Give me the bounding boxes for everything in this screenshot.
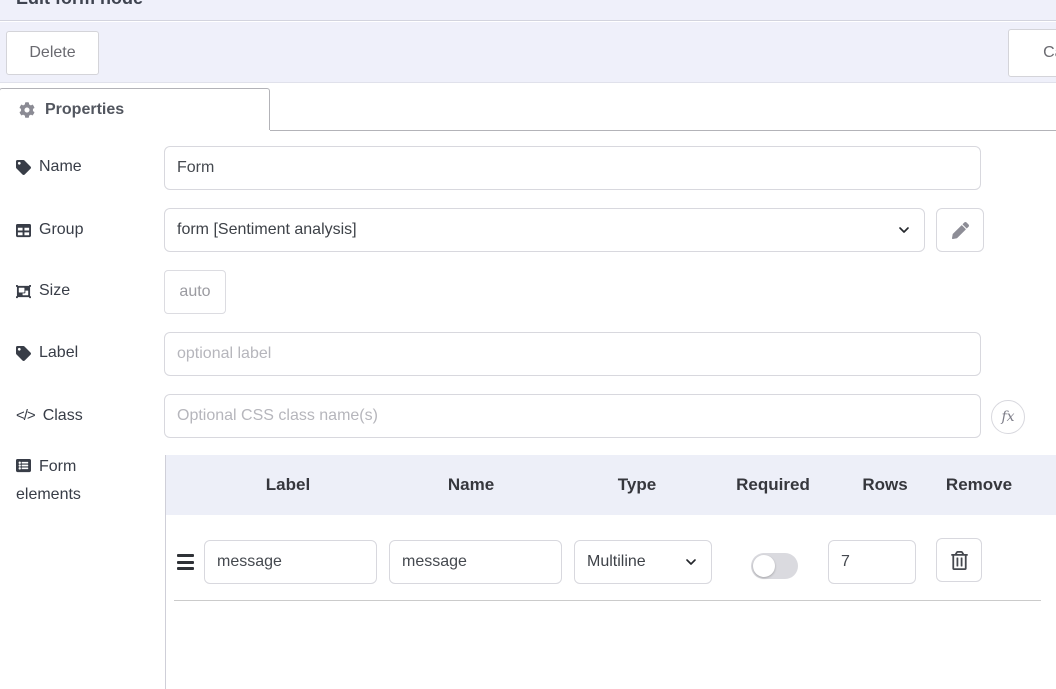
label-field-label-text: Label (39, 343, 78, 363)
dialog-header: Edit form node (0, 0, 1056, 21)
tag-icon (16, 346, 31, 361)
name-field-label-text: Name (39, 157, 82, 177)
group-edit-button[interactable] (936, 208, 984, 252)
group-field-label: Group (16, 220, 83, 240)
object-group-icon (16, 284, 31, 299)
column-header-remove: Remove (946, 475, 1012, 495)
size-button[interactable]: auto (164, 270, 226, 314)
name-field-label: Name (16, 157, 82, 177)
group-field-label-text: Group (39, 220, 83, 240)
element-remove-button[interactable] (936, 538, 982, 582)
label-input[interactable] (164, 332, 981, 376)
code-icon: </> (16, 406, 35, 426)
gear-icon (19, 102, 35, 118)
pencil-icon (952, 222, 969, 239)
name-input[interactable] (164, 146, 981, 190)
drag-handle-icon[interactable] (177, 554, 194, 570)
dialog-toolbar: Delete Cancel (0, 22, 1056, 83)
column-header-name: Name (448, 475, 494, 495)
fx-button[interactable]: fx (991, 400, 1025, 434)
group-select[interactable]: form [Sentiment analysis] (164, 208, 925, 252)
element-type-select[interactable]: Multiline (574, 540, 712, 584)
group-select-value: form [Sentiment analysis] (177, 221, 357, 239)
element-name-input[interactable] (389, 540, 562, 584)
table-icon (16, 223, 31, 238)
cancel-button[interactable]: Cancel (1008, 29, 1056, 77)
size-field-label: Size (16, 281, 70, 301)
column-header-required: Required (736, 475, 810, 495)
tab-divider (270, 130, 1056, 131)
toggle-knob (753, 555, 775, 577)
label-field-label: Label (16, 343, 78, 363)
class-field-label: </> Class (16, 406, 83, 426)
column-header-rows: Rows (862, 475, 907, 495)
form-elements-label: Form elements (16, 453, 120, 509)
size-field-label-text: Size (39, 281, 70, 301)
row-divider (174, 600, 1041, 601)
list-alt-icon (16, 458, 31, 473)
element-label-input[interactable] (204, 540, 377, 584)
element-rows-input[interactable] (828, 540, 916, 584)
element-required-toggle[interactable] (751, 553, 798, 579)
column-header-label: Label (266, 475, 310, 495)
form-elements-table: Label Name Type Required Rows Remove Mul… (165, 455, 1056, 689)
tab-label: Properties (45, 101, 124, 119)
chevron-down-icon (683, 554, 699, 570)
element-type-select-value: Multiline (587, 553, 646, 571)
trash-icon (951, 551, 968, 570)
tag-icon (16, 160, 31, 175)
delete-button[interactable]: Delete (6, 31, 99, 75)
chevron-down-icon (896, 222, 912, 238)
column-header-type: Type (618, 475, 656, 495)
dialog-title: Edit form node (16, 0, 143, 9)
tab-properties[interactable]: Properties (0, 88, 270, 130)
class-input[interactable] (164, 394, 981, 438)
form-elements-table-header: Label Name Type Required Rows Remove (166, 455, 1056, 515)
class-field-label-text: Class (43, 406, 83, 426)
